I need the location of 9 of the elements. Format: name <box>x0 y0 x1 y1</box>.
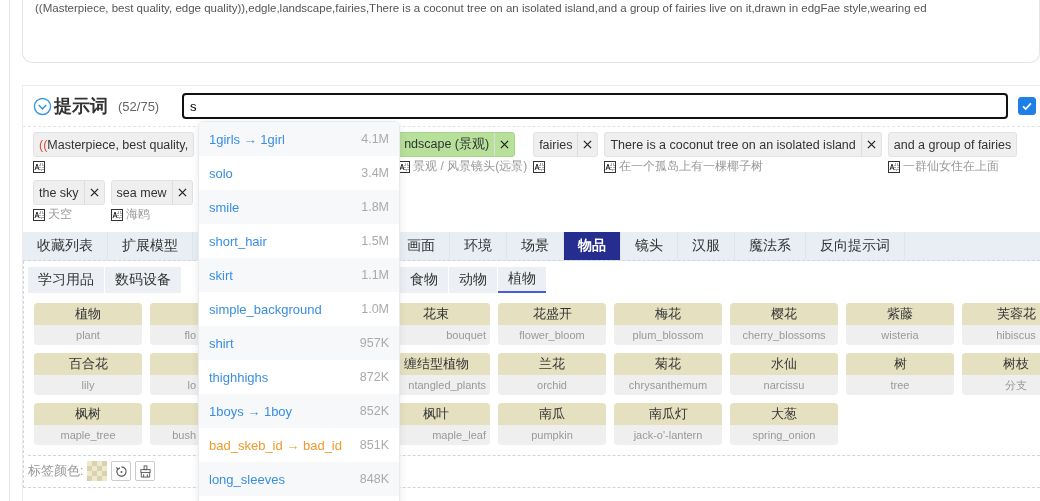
tag-translation: 景观 / 风景镜头(远景) <box>413 158 528 175</box>
section-title: 提示词 <box>54 95 108 118</box>
prompt-text: ((Masterpiece, best quality, edge quality)),edgle,landscape,fairies,There is a coconut tree on an isolated island,and a group of fairies live on it,drawn in edgFae style,wearing ed <box>35 2 927 14</box>
tag-translation: 天空 <box>48 206 72 223</box>
prompt-count: (52/75) <box>118 98 161 114</box>
tag-color-label: 标签颜色: <box>28 462 84 480</box>
tag-translation: 一群仙女住在上面 <box>902 158 999 175</box>
tag-translation: 海鸥 <box>125 206 150 223</box>
tag-translation: 在一个孤岛上有一棵椰子树 <box>619 158 764 175</box>
